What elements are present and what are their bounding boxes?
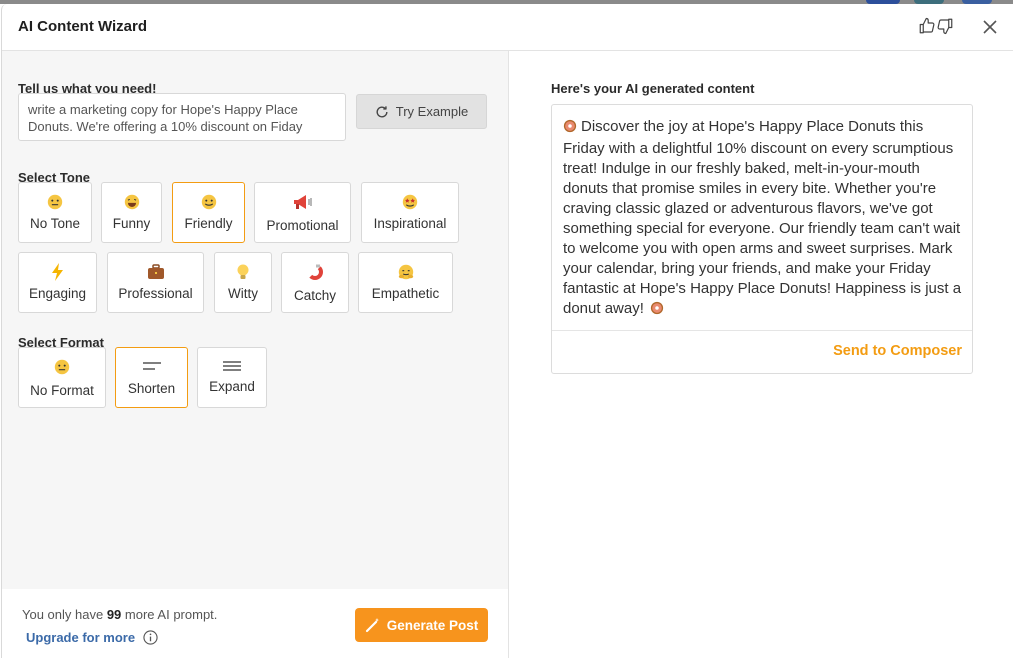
lightning-icon <box>19 263 96 281</box>
tone-option-label: Witty <box>228 286 258 301</box>
tone-option-no-tone[interactable]: No Tone <box>18 182 92 243</box>
send-to-composer-button[interactable]: Send to Composer <box>833 343 962 359</box>
modal-header: AI Content Wizard <box>2 4 1013 51</box>
remaining-prompts-text: You only have 99 more AI prompt. <box>22 607 218 622</box>
donut-icon <box>563 119 577 139</box>
ai-content-wizard-modal: AI Content Wizard Tell us what you need!… <box>1 4 1013 658</box>
tone-option-label: Empathetic <box>371 286 440 301</box>
tone-option-catchy[interactable]: Catchy <box>281 252 349 313</box>
prompt-footer: You only have 99 more AI prompt. Upgrade… <box>2 589 508 658</box>
format-option-shorten[interactable]: Shorten <box>115 347 188 408</box>
upgrade-link[interactable]: Upgrade for more <box>26 630 158 645</box>
modal-title: AI Content Wizard <box>18 18 148 35</box>
try-example-label: Try Example <box>395 104 469 119</box>
lightbulb-icon <box>215 263 271 281</box>
try-example-button[interactable]: Try Example <box>356 94 487 129</box>
tone-option-label: Funny <box>112 216 151 231</box>
tone-option-label: Catchy <box>293 288 337 303</box>
tone-option-witty[interactable]: Witty <box>214 252 272 313</box>
result-label: Here's your AI generated content <box>551 81 755 96</box>
long-lines-icon <box>198 358 266 376</box>
format-option-no-format[interactable]: No Format <box>18 347 106 408</box>
smiling-face-icon <box>173 193 244 211</box>
laughing-face-icon <box>102 193 161 211</box>
generated-content-box[interactable]: Discover the joy at Hope's Happy Place D… <box>551 104 973 374</box>
format-option-label: No Format <box>30 383 94 398</box>
tone-option-inspirational[interactable]: Inspirational <box>361 182 459 243</box>
tone-option-professional[interactable]: Professional <box>107 252 204 313</box>
generated-content-text[interactable]: Discover the joy at Hope's Happy Place D… <box>563 117 963 321</box>
remaining-prompts-count: 99 <box>106 607 122 622</box>
info-icon[interactable] <box>143 630 158 645</box>
tone-option-label: Promotional <box>266 218 339 233</box>
megaphone-icon <box>255 193 350 211</box>
tone-option-funny[interactable]: Funny <box>101 182 162 243</box>
tone-option-engaging[interactable]: Engaging <box>18 252 97 313</box>
result-panel: Here's your AI generated content Discove… <box>509 51 1013 658</box>
format-option-label: Expand <box>209 379 255 394</box>
format-option-label: Shorten <box>127 381 176 396</box>
tone-option-label: Inspirational <box>373 216 447 231</box>
divider <box>552 330 972 331</box>
magnet-icon <box>282 263 348 281</box>
short-lines-icon <box>116 358 187 376</box>
tone-option-label: Professional <box>118 286 193 301</box>
tone-option-promotional[interactable]: Promotional <box>254 182 351 243</box>
tone-option-label: Engaging <box>28 286 87 301</box>
prompt-input[interactable]: write a marketing copy for Hope's Happy … <box>18 93 346 141</box>
options-panel: Tell us what you need! write a marketing… <box>2 51 509 658</box>
tone-option-label: No Tone <box>29 216 81 231</box>
close-icon[interactable] <box>980 17 1000 37</box>
neutral-face-icon <box>19 193 91 211</box>
thumbs-down-icon[interactable] <box>936 16 954 36</box>
feedback-icons <box>918 16 954 36</box>
generate-post-button[interactable]: Generate Post <box>355 608 488 642</box>
star-struck-face-icon <box>362 193 458 211</box>
magic-wand-icon <box>365 618 379 633</box>
neutral-face-icon <box>19 358 105 376</box>
tone-option-empathetic[interactable]: Empathetic <box>358 252 453 313</box>
tone-option-label: Friendly <box>184 216 233 231</box>
refresh-icon <box>376 105 388 117</box>
tone-option-friendly[interactable]: Friendly <box>172 182 245 243</box>
briefcase-icon <box>108 263 203 281</box>
thumbs-up-icon[interactable] <box>918 16 936 36</box>
hugging-face-icon <box>359 263 452 281</box>
format-option-expand[interactable]: Expand <box>197 347 267 408</box>
donut-icon <box>650 301 664 321</box>
